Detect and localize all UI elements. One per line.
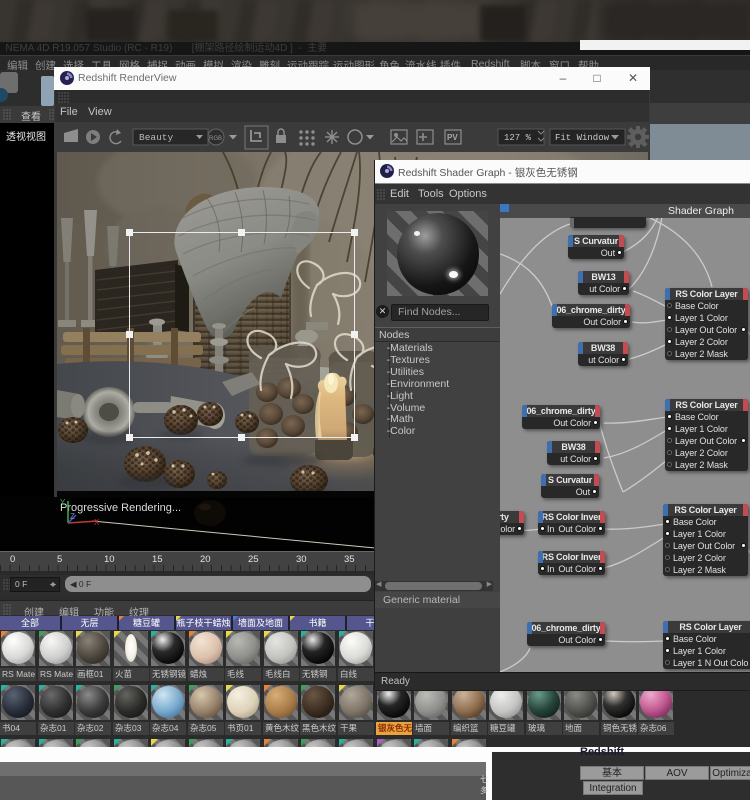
svg-text:PV: PV bbox=[447, 133, 458, 142]
svg-text:X: X bbox=[94, 518, 100, 527]
svg-text:RGB: RGB bbox=[209, 136, 222, 142]
svg-text:Y: Y bbox=[60, 498, 66, 507]
svg-text:Beauty: Beauty bbox=[139, 132, 174, 143]
svg-text:Z: Z bbox=[70, 512, 75, 521]
svg-text:127 %: 127 % bbox=[504, 133, 532, 143]
svg-text:Fit Window: Fit Window bbox=[555, 133, 610, 143]
